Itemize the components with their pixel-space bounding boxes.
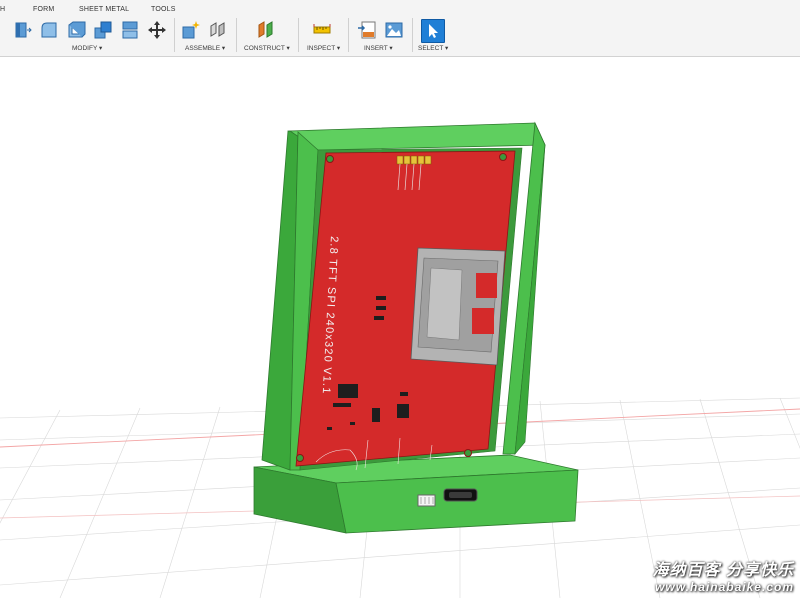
insert-menu[interactable]: INSERT ▾ <box>364 44 393 52</box>
tab-form[interactable]: FORM <box>33 6 54 13</box>
watermark-chinese: 海纳百客 分享快乐 <box>652 562 794 579</box>
joint-icon[interactable] <box>208 20 228 40</box>
insert-svg-icon[interactable] <box>357 20 377 40</box>
split-icon[interactable] <box>120 20 140 40</box>
canvas-viewport[interactable]: 2.8 TFT SPI 240x320 V1.1 海纳百客 分享快乐 www.h… <box>0 57 800 598</box>
watermark-url: www.hainabaike.com <box>655 580 794 594</box>
tab-sheet-metal[interactable]: SHEET METAL <box>79 6 129 13</box>
separator <box>348 18 349 52</box>
construct-menu[interactable]: CONSTRUCT ▾ <box>244 44 290 52</box>
insert-image-icon[interactable] <box>384 20 404 40</box>
new-component-icon[interactable] <box>181 20 201 40</box>
separator <box>298 18 299 52</box>
move-icon[interactable] <box>147 20 167 40</box>
press-pull-icon[interactable] <box>12 20 32 40</box>
inspect-menu[interactable]: INSPECT ▾ <box>307 44 340 52</box>
switch-connector <box>417 494 436 507</box>
fillet-icon[interactable] <box>39 20 59 40</box>
offset-plane-icon[interactable] <box>256 20 276 40</box>
tab-tools[interactable]: TOOLS <box>151 6 176 13</box>
select-menu[interactable]: SELECT ▾ <box>418 44 448 52</box>
measure-icon[interactable] <box>312 20 332 40</box>
separator <box>236 18 237 52</box>
tab-partial[interactable]: H <box>0 6 5 13</box>
separator <box>412 18 413 52</box>
combine-icon[interactable] <box>93 20 113 40</box>
assemble-menu[interactable]: ASSEMBLE ▾ <box>185 44 225 52</box>
sd-card-slot <box>410 247 506 366</box>
select-arrow-icon[interactable] <box>421 19 445 43</box>
watermark: 海纳百客 分享快乐 www.hainabaike.com <box>653 556 794 594</box>
modify-menu[interactable]: MODIFY ▾ <box>72 44 102 52</box>
separator <box>174 18 175 52</box>
scene-svg: 2.8 TFT SPI 240x320 V1.1 <box>0 121 800 598</box>
enclosure-model: 2.8 TFT SPI 240x320 V1.1 <box>253 121 579 534</box>
ribbon-toolbar: H FORM SHEET METAL TOOLS MODIFY ▾ ASSEMB… <box>0 0 800 57</box>
shell-icon[interactable] <box>66 20 86 40</box>
